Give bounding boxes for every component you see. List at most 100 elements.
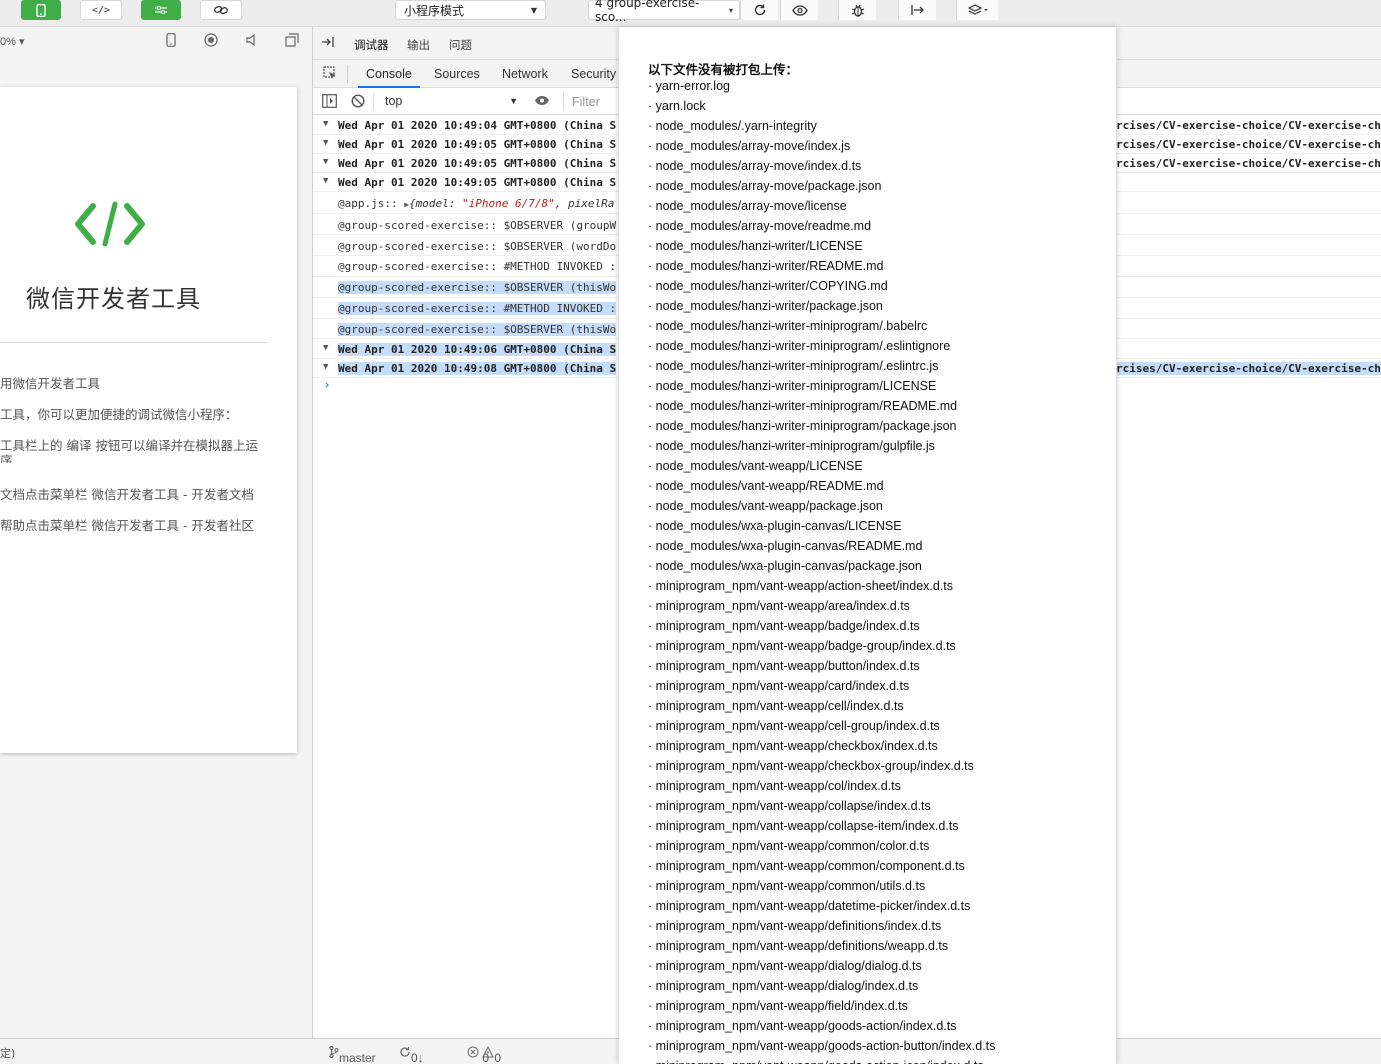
sidebar-toggle-icon[interactable]: [322, 94, 337, 111]
expand-triangle-icon[interactable]: ▼: [323, 138, 328, 148]
sync-icon: [400, 1047, 410, 1057]
clear-console-icon[interactable]: [351, 94, 365, 111]
warning-count: 0: [494, 1051, 502, 1064]
log-source-link[interactable]: rcises/CV-exercise-choice/CV-exercise-ch…: [1116, 157, 1381, 170]
tab-output[interactable]: 输出: [407, 37, 430, 53]
git-branch-icon: [329, 1046, 339, 1058]
file-list-item: · miniprogram_npm/vant-weapp/goods-actio…: [648, 1019, 957, 1033]
zoom-select[interactable]: 0% ▾: [0, 35, 24, 48]
file-list-item: · miniprogram_npm/vant-weapp/button/inde…: [648, 659, 920, 673]
file-list-item: · miniprogram_npm/vant-weapp/common/colo…: [648, 839, 930, 853]
file-list-item: · node_modules/hanzi-writer/package.json: [648, 299, 883, 313]
log-text: @group-scored-exercise:: $OBSERVER (grou…: [338, 219, 617, 232]
dialog-title: 以下文件没有被打包上传：: [648, 62, 799, 77]
context-select[interactable]: top ▼: [380, 92, 518, 110]
tab-security[interactable]: Security: [571, 67, 616, 81]
debugger-toggle-button[interactable]: [141, 0, 181, 20]
volume-icon[interactable]: [245, 33, 259, 50]
tab-issues[interactable]: 问题: [449, 37, 472, 53]
file-list-item: · node_modules/hanzi-writer-miniprogram/…: [648, 379, 937, 393]
file-list-item: · node_modules/hanzi-writer/COPYING.md: [648, 279, 888, 293]
file-list-item: · miniprogram_npm/vant-weapp/datetime-pi…: [648, 899, 971, 913]
branch-indicator[interactable]: master: [329, 1045, 376, 1064]
file-list-item: · miniprogram_npm/vant-weapp/cell-group/…: [648, 719, 940, 733]
log-source-link[interactable]: rcises/CV-exercise-choice/CV-exercise-ch…: [1116, 362, 1381, 375]
file-list-item: · node_modules/vant-weapp/README.md: [648, 479, 884, 493]
chevron-down-icon: ▼: [530, 5, 537, 15]
preview-button[interactable]: [780, 0, 818, 20]
editor-toggle-button[interactable]: </>: [80, 0, 122, 20]
debug-button[interactable]: [838, 0, 876, 20]
upload-arrow-icon: [910, 5, 924, 15]
layers-icon: [967, 4, 988, 15]
log-source-link[interactable]: rcises/CV-exercise-choice/CV-exercise-ch…: [1116, 138, 1381, 151]
file-list-item: · miniprogram_npm/vant-weapp/col/index.d…: [648, 779, 901, 793]
record-icon[interactable]: [204, 33, 218, 50]
tab-debugger[interactable]: 调试器: [354, 37, 389, 62]
file-list-item: · node_modules/array-move/package.json: [648, 179, 882, 193]
file-list-item: · yarn-error.log: [648, 79, 730, 93]
file-list-item: · miniprogram_npm/vant-weapp/badge/index…: [648, 619, 920, 633]
simulator-header: 0% ▾: [0, 27, 312, 57]
dock-icon[interactable]: [321, 36, 335, 51]
log-source-link[interactable]: rcises/CV-exercise-choice/CV-exercise-ch…: [1116, 119, 1381, 132]
device-icon[interactable]: [166, 33, 176, 50]
tab-sources[interactable]: Sources: [434, 67, 480, 81]
live-expression-eye-icon[interactable]: [534, 95, 550, 109]
console-prompt[interactable]: ›: [323, 378, 331, 393]
file-list-item: · node_modules/hanzi-writer/LICENSE: [648, 239, 863, 253]
top-toolbar: </> 小程序模式 ▼ 4 group-exercise-sco... ▾: [0, 0, 1381, 27]
detach-window-icon[interactable]: [285, 33, 299, 50]
log-text: @app.js:: ▶{model: "iPhone 6/7/8", pixel…: [338, 197, 614, 210]
file-list-item: · node_modules/array-move/index.js: [648, 139, 851, 153]
file-list-item: · miniprogram_npm/vant-weapp/collapse/in…: [648, 799, 931, 813]
intro-text: 序: [0, 453, 13, 463]
problems-indicator[interactable]: 0 0: [467, 1045, 501, 1064]
simulator-panel: 0% ▾ 微信开发者工具 用微信开发者工具 工具，你可以更加便捷的调试微信小程序…: [0, 27, 313, 1038]
file-list-item: · node_modules/vant-weapp/package.json: [648, 499, 883, 513]
file-list-item: · node_modules/vant-weapp/LICENSE: [648, 459, 863, 473]
simulator-toggle-button[interactable]: [21, 0, 61, 20]
unpackaged-files-dialog: 以下文件没有被打包上传： · yarn-error.log · yarn.lock…: [618, 27, 1117, 1064]
tab-network[interactable]: Network: [502, 67, 548, 81]
file-list-item: · node_modules/hanzi-writer-miniprogram/…: [648, 439, 935, 453]
simulator-screen[interactable]: 微信开发者工具 用微信开发者工具 工具，你可以更加便捷的调试微信小程序： 工具栏…: [0, 87, 297, 753]
file-list-item: · miniprogram_npm/vant-weapp/cell/index.…: [648, 699, 904, 713]
file-list-item: · node_modules/.yarn-integrity: [648, 119, 817, 133]
context-select-value: top: [385, 94, 403, 108]
upload-button[interactable]: [898, 0, 936, 20]
project-select[interactable]: 4 group-exercise-sco... ▾: [588, 0, 740, 24]
file-list-item: · node_modules/hanzi-writer-miniprogram/…: [648, 419, 957, 433]
log-object: {model:: [409, 197, 463, 210]
expand-triangle-icon[interactable]: ▼: [323, 157, 328, 167]
mode-select[interactable]: 小程序模式 ▼: [395, 0, 546, 20]
file-list-item: · node_modules/hanzi-writer-miniprogram/…: [648, 359, 939, 373]
expand-triangle-icon[interactable]: ▼: [323, 343, 328, 353]
file-list-item: · node_modules/wxa-plugin-canvas/package…: [648, 559, 922, 573]
log-prefix: @app.js::: [338, 197, 405, 210]
file-list-item: · miniprogram_npm/vant-weapp/dialog/inde…: [648, 979, 919, 993]
log-text: @group-scored-exercise:: $OBSERVER (this…: [338, 281, 617, 294]
sync-indicator[interactable]: 0↓ 2↑: [399, 1045, 424, 1064]
sliders-icon: [155, 5, 167, 15]
file-list-item: · miniprogram_npm/vant-weapp/definitions…: [648, 919, 942, 933]
expand-triangle-icon[interactable]: ▼: [323, 362, 328, 372]
expand-triangle-icon[interactable]: ▼: [323, 176, 328, 186]
file-list: · yarn-error.log · yarn.lock · node_module…: [648, 79, 995, 1064]
file-list-item: · yarn.lock: [648, 99, 706, 113]
link-button[interactable]: [200, 0, 242, 20]
file-list-item: · miniprogram_npm/vant-weapp/field/index…: [648, 999, 908, 1013]
refresh-button[interactable]: [740, 0, 778, 20]
inspect-element-icon[interactable]: [323, 66, 338, 84]
tab-console[interactable]: Console: [358, 67, 420, 88]
refresh-icon: [754, 4, 765, 16]
phone-icon: [36, 3, 46, 17]
layers-menu-button[interactable]: [956, 0, 998, 20]
log-text: @group-scored-exercise:: $OBSERVER (this…: [338, 323, 617, 336]
intro-text: 工具栏上的 编译 按钮可以编译并在模拟器上运: [0, 438, 258, 453]
divider: [0, 342, 267, 343]
expand-triangle-icon[interactable]: ▼: [323, 119, 328, 129]
file-list-item: · miniprogram_npm/vant-weapp/area/index.…: [648, 599, 910, 613]
log-text: Wed Apr 01 2020 10:49:05 GMT+0800 (China…: [338, 138, 617, 151]
log-text: Wed Apr 01 2020 10:49:08 GMT+0800 (China…: [338, 362, 617, 375]
